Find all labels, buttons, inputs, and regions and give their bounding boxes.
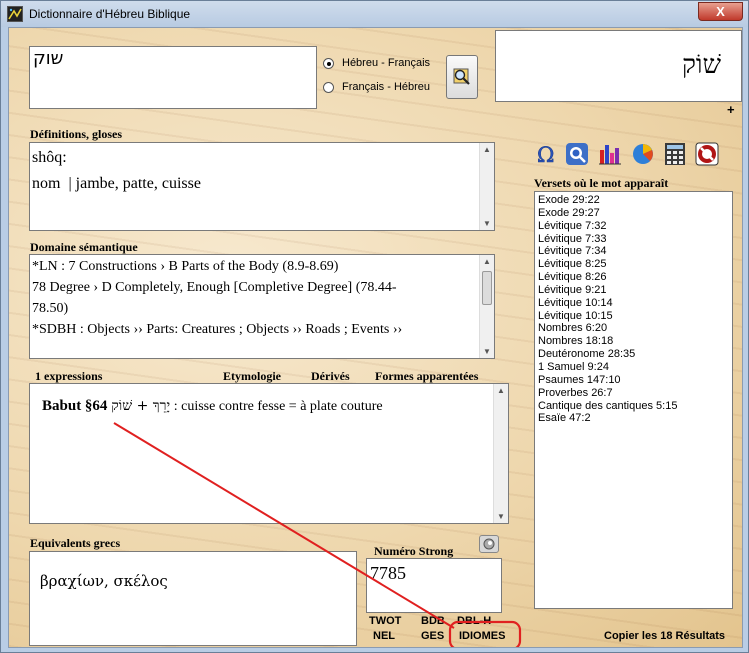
greek-heading: Equivalents grecs — [30, 536, 121, 550]
strong-copy-icon[interactable] — [479, 535, 499, 553]
verse-item[interactable]: Proverbes 26:7 — [538, 387, 732, 400]
verse-item[interactable]: Lévitique 8:26 — [538, 271, 732, 284]
verse-item[interactable]: Nombres 18:18 — [538, 335, 732, 348]
grid-calculator-icon[interactable] — [663, 142, 687, 166]
verse-item[interactable]: Exode 29:27 — [538, 207, 732, 220]
expand-plus[interactable]: + — [727, 102, 735, 117]
verse-item[interactable]: Cantique des cantiques 5:15 — [538, 400, 732, 413]
verse-item[interactable]: Lévitique 10:14 — [538, 297, 732, 310]
definitions-transliteration: shôq: — [32, 149, 67, 166]
semantic-line: *SDBH : Objects ›› Parts: Creatures ; Ob… — [32, 322, 403, 337]
dbl-link[interactable]: DBL-H — [457, 615, 491, 627]
window-title: Dictionnaire d'Hébreu Biblique — [29, 7, 191, 21]
expression-text: : cuisse contre fesse = à plate couture — [170, 399, 383, 414]
pie-chart-icon[interactable] — [631, 142, 655, 166]
semantic-scrollbar[interactable]: ▲ ▼ — [479, 255, 494, 358]
semantic-line: *LN : 7 Constructions › B Parts of the B… — [32, 259, 339, 274]
definitions-gloss: nom | jambe, patte, cuisse — [32, 175, 201, 192]
expression-ref: Babut §64 — [42, 398, 108, 414]
magnifier-icon — [453, 68, 470, 85]
word-display-hebrew: שׁוֹק — [682, 50, 721, 80]
close-button[interactable]: X — [698, 2, 743, 21]
idiomes-link[interactable]: IDIOMES — [459, 630, 505, 642]
ges-link[interactable]: GES — [421, 630, 444, 642]
verse-item[interactable]: Lévitique 7:33 — [538, 233, 732, 246]
verse-item[interactable]: Nombres 6:20 — [538, 322, 732, 335]
definitions-scrollbar[interactable]: ▲ ▼ — [479, 143, 494, 230]
semantic-domain-box[interactable]: *LN : 7 Constructions › B Parts of the B… — [29, 254, 495, 359]
radio-label: Hébreu - Français — [342, 57, 431, 69]
expression-entry: Babut §64 יָרֵךְ + שׁוֹק : cuisse contre… — [42, 398, 383, 415]
expressions-box[interactable]: Babut §64 יָרֵךְ + שׁוֹק : cuisse contre… — [29, 383, 509, 524]
radio-button-checked[interactable] — [323, 58, 334, 69]
semantic-line: 78.50) — [32, 301, 69, 316]
stop-icon[interactable] — [695, 142, 719, 166]
expressions-scrollbar[interactable]: ▲ ▼ — [493, 384, 508, 523]
app-window: Dictionnaire d'Hébreu Biblique X שוק Héb… — [0, 0, 749, 653]
client-area: שוק Hébreu - Français Français - Hébreu — [8, 27, 743, 648]
greek-value: βραχίων, σκέλος — [40, 572, 168, 590]
nel-link[interactable]: NEL — [373, 630, 395, 642]
search-button[interactable] — [446, 55, 478, 99]
verse-item[interactable]: 1 Samuel 9:24 — [538, 361, 732, 374]
semantic-domain-heading: Domaine sémantique — [30, 240, 138, 254]
radio-label: Français - Hébreu — [342, 81, 431, 93]
greek-box[interactable]: βραχίων, σκέλος — [29, 551, 357, 646]
expression-hebrew: יָרֵךְ + שׁוֹק — [111, 398, 171, 414]
tab-derives[interactable]: Dérivés — [311, 369, 350, 384]
strong-box[interactable]: 7785 — [366, 558, 502, 613]
verse-item[interactable]: Exode 29:22 — [538, 194, 732, 207]
twot-link[interactable]: TWOT — [369, 615, 401, 627]
verses-items: Exode 29:22 Exode 29:27 Lévitique 7:32 Lévi… — [538, 194, 732, 425]
app-icon — [7, 6, 23, 22]
search-input[interactable]: שוק — [29, 46, 317, 109]
word-display: שׁוֹק — [495, 30, 742, 102]
expressions-count: 1 expressions — [35, 369, 103, 383]
definitions-box[interactable]: shôq: nom | jambe, patte, cuisse ▲ ▼ — [29, 142, 495, 231]
verse-item[interactable]: Lévitique 7:34 — [538, 245, 732, 258]
tab-etymologie[interactable]: Etymologie — [223, 369, 281, 384]
verses-list[interactable]: Exode 29:22 Exode 29:27 Lévitique 7:32 Lévi… — [534, 191, 733, 609]
verse-item[interactable]: Deutéronome 28:35 — [538, 348, 732, 361]
verse-item[interactable]: Lévitique 7:32 — [538, 220, 732, 233]
search-globe-icon[interactable] — [565, 142, 589, 166]
verse-item[interactable]: Lévitique 8:25 — [538, 258, 732, 271]
verse-item[interactable]: Lévitique 10:15 — [538, 310, 732, 323]
semantic-line: 78 Degree › D Completely, Enough [Comple… — [32, 280, 397, 295]
strong-heading: Numéro Strong — [374, 544, 454, 558]
verses-heading: Versets où le mot apparaît — [534, 176, 669, 190]
copy-results-button[interactable]: Copier les 18 Résultats — [604, 630, 725, 642]
verse-item[interactable]: Lévitique 9:21 — [538, 284, 732, 297]
bar-chart-icon[interactable] — [598, 142, 622, 166]
title-bar[interactable]: Dictionnaire d'Hébreu Biblique X — [1, 1, 748, 27]
tab-formes-apparentees[interactable]: Formes apparentées — [375, 369, 478, 384]
bdb-link[interactable]: BDB — [421, 615, 445, 627]
search-input-text: שוק — [33, 48, 64, 69]
radio-button[interactable] — [323, 82, 334, 93]
verse-item[interactable]: Psaumes 147:10 — [538, 374, 732, 387]
omega-icon[interactable]: Ω — [535, 142, 559, 168]
svg-text:Ω: Ω — [537, 143, 554, 166]
strong-value: 7785 — [370, 563, 406, 583]
radio-group: Hébreu - Français Français - Hébreu — [323, 56, 433, 106]
definitions-heading: Définitions, gloses — [30, 127, 123, 141]
verse-item[interactable]: Esaïe 47:2 — [538, 412, 732, 425]
